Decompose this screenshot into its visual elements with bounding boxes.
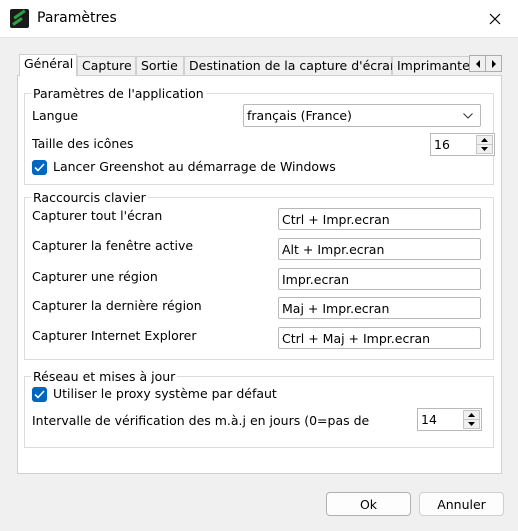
- hotkey-input-ie[interactable]: Ctrl + Maj + Impr.ecran: [278, 327, 481, 349]
- arrow-up-icon: [468, 413, 475, 417]
- group-app-settings-legend: Paramètres de l'application: [31, 86, 206, 101]
- hotkey-label-ie: Capturer Internet Explorer: [32, 328, 197, 343]
- checkmark-icon: [34, 390, 45, 399]
- tab-printer[interactable]: Imprimante: [392, 56, 469, 76]
- arrow-left-icon: [475, 59, 480, 68]
- tab-strip: Général Capture Sortie Destination de la…: [17, 54, 469, 76]
- hotkey-label-region: Capturer une région: [32, 269, 158, 284]
- update-interval-label: Intervalle de vérification des m.à.j en …: [32, 413, 370, 428]
- language-value: français (France): [247, 108, 352, 123]
- hotkey-value-ie: Ctrl + Maj + Impr.ecran: [282, 331, 431, 346]
- ok-button[interactable]: Ok: [326, 492, 411, 516]
- update-interval-down-button[interactable]: [463, 419, 480, 429]
- group-hotkeys-legend: Raccourcis clavier: [31, 190, 148, 205]
- icon-size-stepper[interactable]: 16: [430, 133, 495, 156]
- close-icon: [489, 13, 501, 25]
- icon-size-value: 16: [434, 137, 450, 152]
- hotkey-input-window[interactable]: Alt + Impr.ecran: [278, 238, 481, 260]
- tab-scroll-left-button[interactable]: [469, 55, 486, 72]
- hotkey-value-region: Impr.ecran: [282, 272, 350, 287]
- tab-output[interactable]: Sortie: [136, 56, 184, 76]
- arrow-up-icon: [481, 138, 488, 142]
- hotkey-label-last-region: Capturer la dernière région: [32, 298, 202, 313]
- hotkey-value-last-region: Maj + Impr.ecran: [282, 301, 390, 316]
- tab-destination[interactable]: Destination de la capture d'écran: [184, 56, 398, 76]
- window-title: Paramètres: [37, 10, 117, 26]
- arrow-down-icon: [468, 422, 475, 426]
- arrow-right-icon: [491, 59, 496, 68]
- language-label: Langue: [32, 108, 79, 123]
- hotkey-value-fullscreen: Ctrl + Impr.ecran: [282, 212, 390, 227]
- update-interval-value: 14: [421, 412, 437, 427]
- chevron-down-icon: [463, 113, 473, 119]
- tab-scroll-right-button[interactable]: [485, 55, 502, 72]
- startup-checkbox[interactable]: [32, 160, 47, 175]
- cancel-button[interactable]: Annuler: [419, 492, 504, 516]
- hotkey-input-last-region[interactable]: Maj + Impr.ecran: [278, 297, 481, 319]
- update-interval-stepper[interactable]: 14: [417, 408, 482, 431]
- tab-capture[interactable]: Capture: [77, 56, 136, 76]
- title-bar: Paramètres: [0, 0, 518, 38]
- checkmark-icon: [34, 163, 45, 172]
- startup-label: Lancer Greenshot au démarrage de Windows: [53, 159, 336, 174]
- hotkey-label-window: Capturer la fenêtre active: [32, 238, 194, 253]
- hotkey-input-fullscreen[interactable]: Ctrl + Impr.ecran: [278, 208, 481, 230]
- proxy-label: Utiliser le proxy système par défaut: [53, 386, 277, 401]
- hotkey-label-fullscreen: Capturer tout l'écran: [32, 208, 163, 223]
- proxy-checkbox[interactable]: [32, 387, 47, 402]
- hotkey-input-region[interactable]: Impr.ecran: [278, 268, 481, 290]
- group-network-legend: Réseau et mises à jour: [31, 369, 178, 384]
- arrow-down-icon: [481, 147, 488, 151]
- greenshot-app-icon: [10, 9, 29, 28]
- icon-size-label: Taille des icônes: [32, 136, 134, 151]
- language-dropdown[interactable]: français (France): [243, 104, 481, 127]
- tab-general[interactable]: Général: [19, 54, 77, 76]
- icon-size-down-button[interactable]: [476, 144, 493, 154]
- close-button[interactable]: [472, 0, 518, 38]
- hotkey-value-window: Alt + Impr.ecran: [282, 242, 385, 257]
